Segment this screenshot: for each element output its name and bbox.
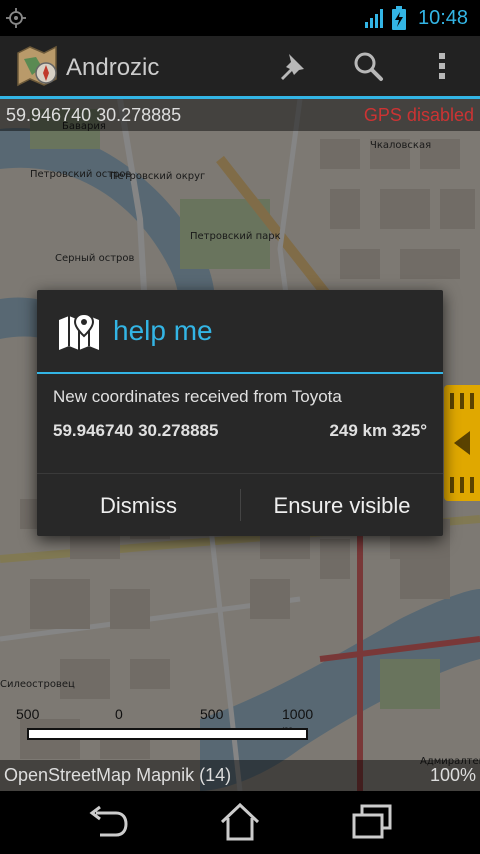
zoom-level: 100% [429, 765, 476, 785]
overflow-menu-icon [439, 53, 445, 79]
grip-mark [450, 477, 454, 493]
gps-status: GPS disabled [363, 105, 474, 125]
dialog-coordinates: 59.946740 30.278885 [53, 421, 219, 440]
app-title: Androzic [66, 54, 160, 81]
search-button[interactable] [348, 46, 388, 86]
arrow-left-icon [454, 431, 470, 455]
scale-label: 0 [115, 706, 123, 722]
pin-button[interactable] [272, 46, 312, 86]
map-pin-icon [59, 312, 99, 350]
grip-mark [460, 477, 464, 493]
current-coordinates: 59.946740 30.278885 [6, 105, 182, 125]
map-info-bar: OpenStreetMap Mapnik (14) 100% [0, 760, 480, 791]
home-icon [220, 802, 260, 841]
scale-label: 500 [16, 706, 40, 722]
coordinate-bar: 59.946740 30.278885 GPS disabled [0, 99, 480, 131]
recent-apps-button[interactable] [342, 801, 402, 843]
side-panel-handle[interactable] [444, 385, 480, 501]
status-bar: 10:48 [0, 0, 480, 36]
dismiss-button[interactable]: Dismiss [37, 474, 240, 537]
grip-mark [450, 393, 454, 409]
signal-icon [365, 9, 383, 28]
map-source: OpenStreetMap Mapnik (14) [4, 765, 232, 785]
home-button[interactable] [210, 801, 270, 843]
dialog-title: help me [113, 315, 213, 346]
action-bar: Androzic [0, 36, 480, 99]
overflow-menu-button[interactable] [422, 46, 462, 86]
scale-label: 500 [200, 706, 224, 722]
battery-charging-icon [392, 6, 406, 30]
dialog-message: New coordinates received from Toyota [53, 387, 342, 406]
scale-bar [27, 728, 308, 740]
ensure-visible-button[interactable]: Ensure visible [241, 474, 443, 537]
system-nav-bar [0, 791, 480, 854]
back-icon [89, 805, 128, 837]
dialog-header: help me [37, 290, 443, 374]
pin-icon [281, 54, 304, 80]
gps-icon [6, 8, 26, 28]
grip-mark [470, 393, 474, 409]
grip-mark [470, 477, 474, 493]
dialog-distance: 249 km 325° [329, 421, 427, 440]
dialog-buttons: Dismiss Ensure visible [37, 473, 443, 537]
clock: 10:48 [418, 7, 469, 29]
app-logo-icon[interactable] [16, 45, 60, 87]
map-scale: 500 0 500 1000 m [16, 706, 320, 742]
recent-apps-icon [352, 804, 392, 839]
grip-mark [460, 393, 464, 409]
back-button[interactable] [78, 801, 138, 843]
search-icon [354, 52, 383, 81]
coordinates-dialog: help me New coordinates received from To… [37, 290, 443, 536]
